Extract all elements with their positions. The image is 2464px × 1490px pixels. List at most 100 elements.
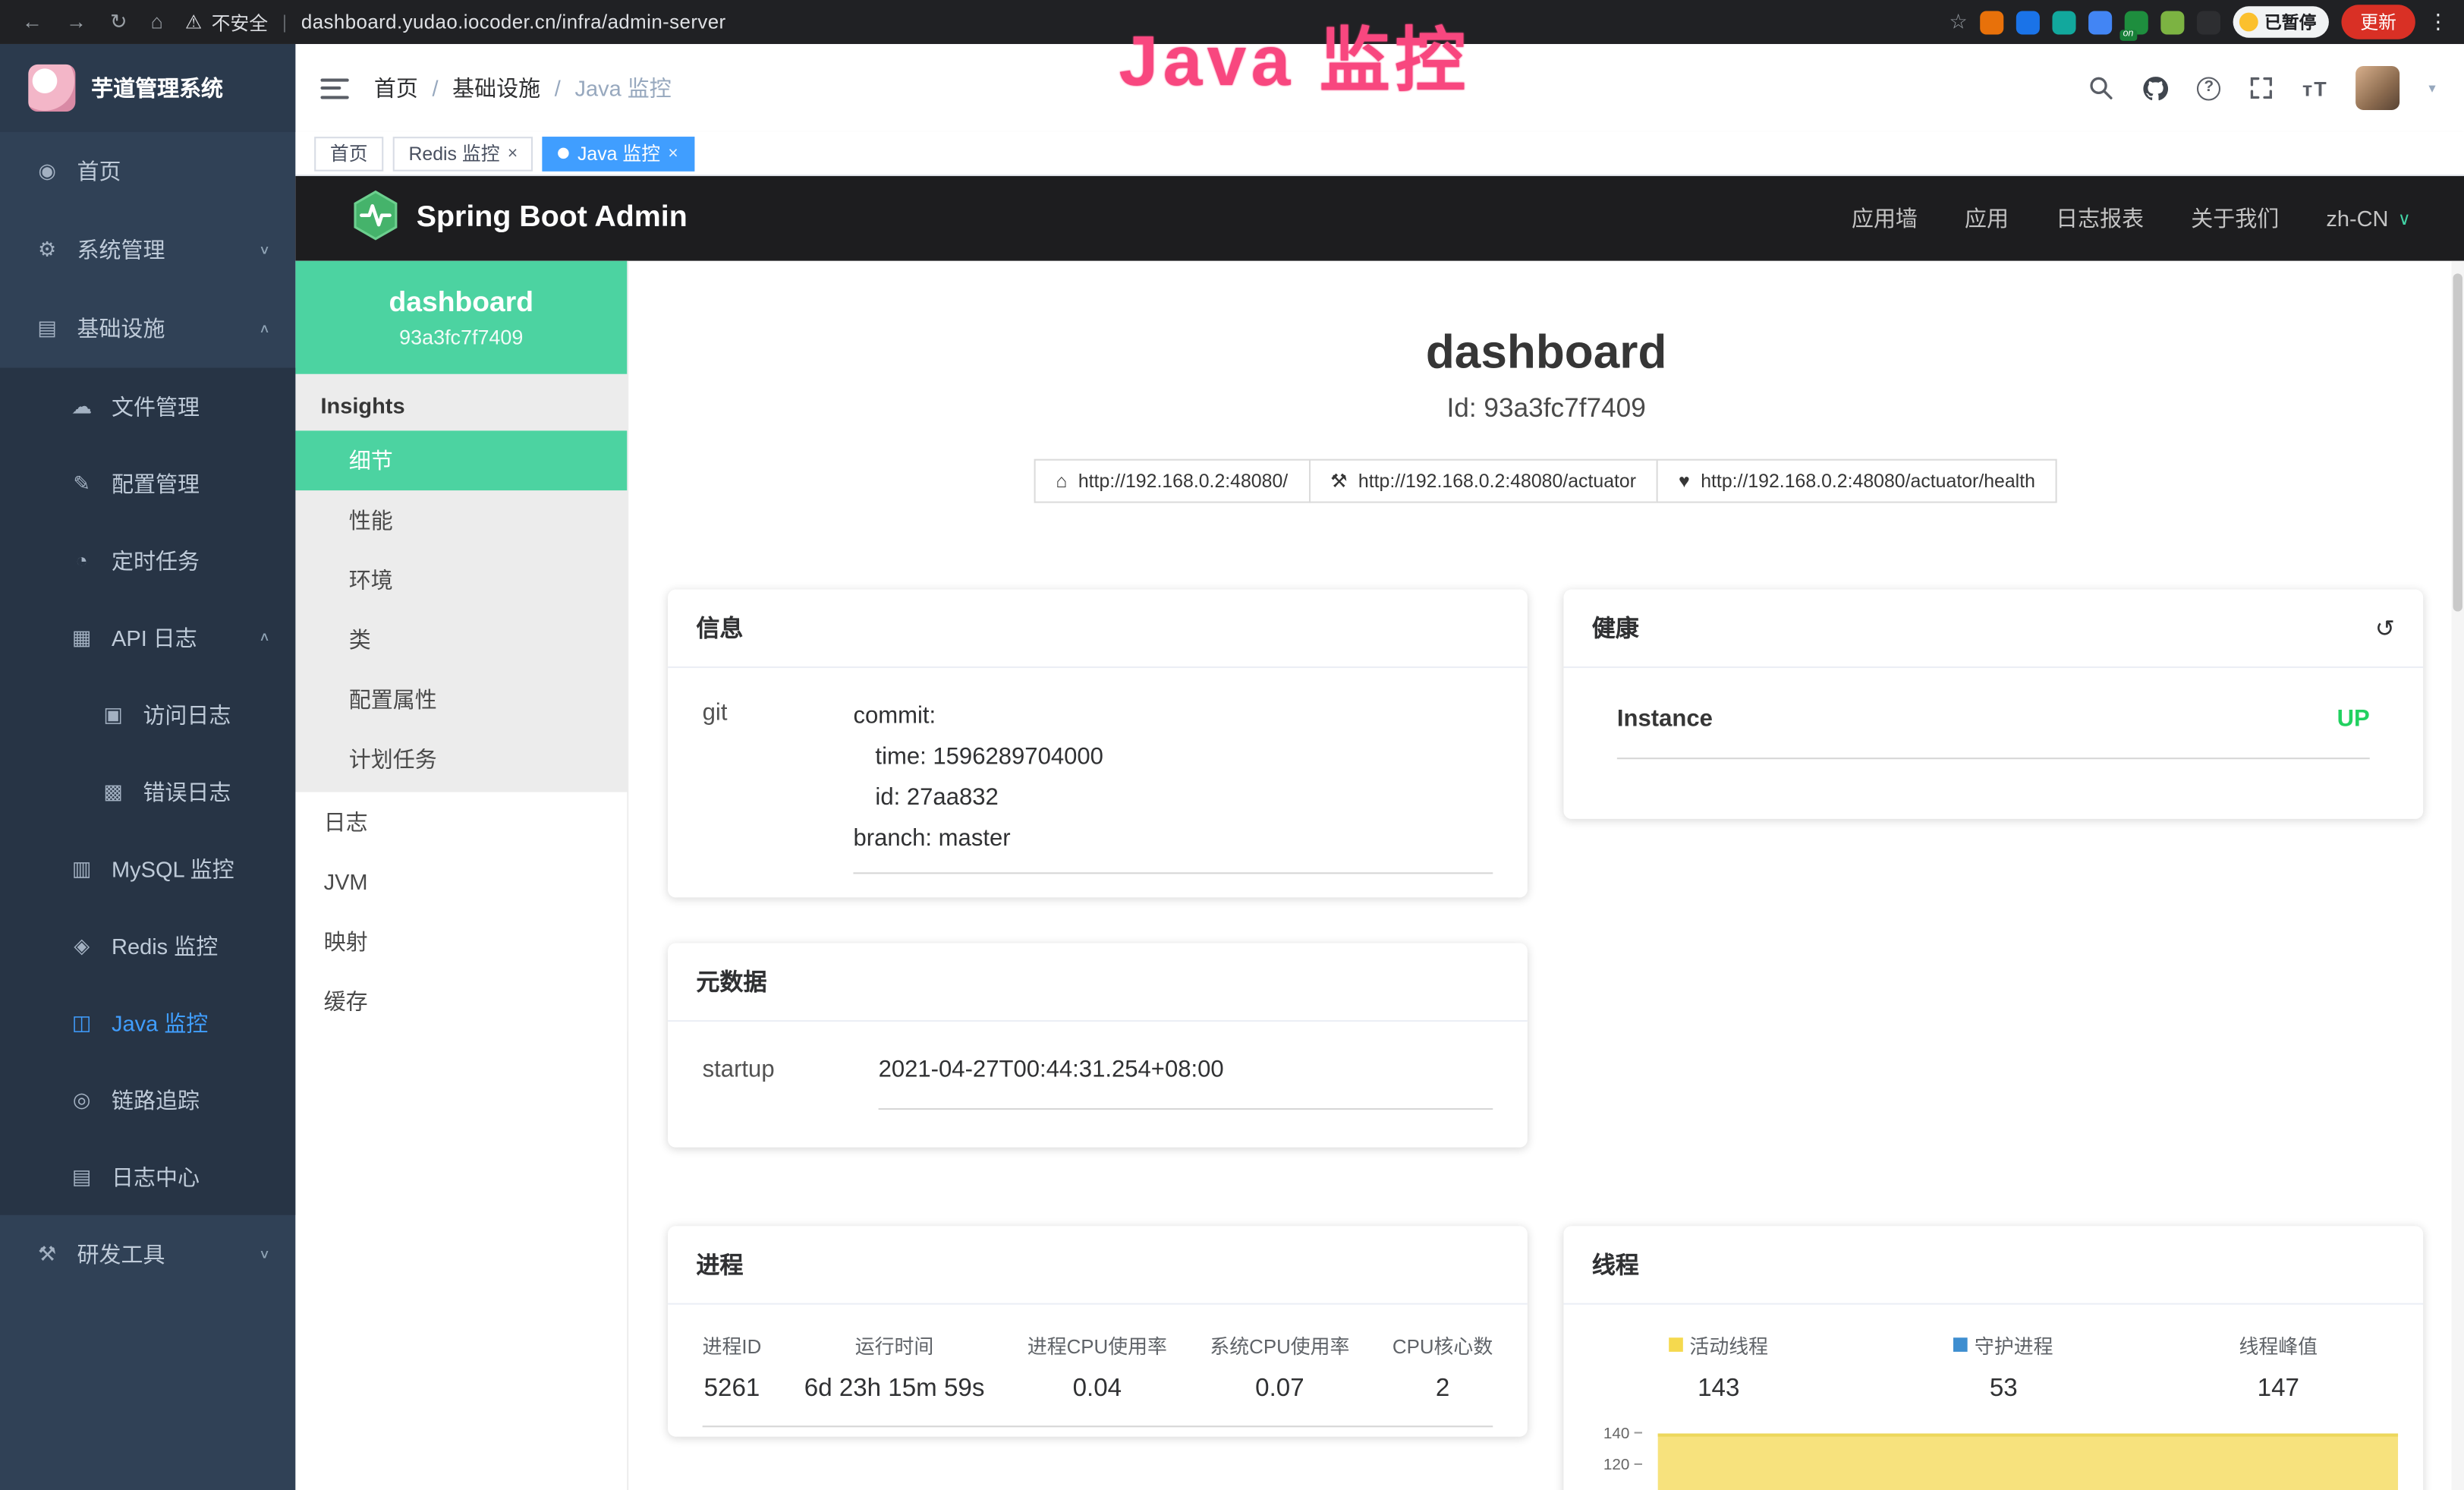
insights-group: Insights 细节 性能 环境 类 配置属性 计划任务 bbox=[295, 374, 627, 792]
sba-item-logs[interactable]: 日志 bbox=[295, 792, 627, 852]
github-icon[interactable] bbox=[2142, 74, 2169, 101]
java-icon: ◫ bbox=[66, 1010, 97, 1035]
browser-menu-icon[interactable]: ⋮ bbox=[2428, 9, 2448, 34]
forward-icon[interactable]: → bbox=[66, 9, 87, 34]
instance-link-health[interactable]: ♥ http://192.168.0.2:48080/actuator/heal… bbox=[1657, 459, 2057, 503]
extension-icon[interactable] bbox=[2088, 10, 2112, 33]
sba-item-environment[interactable]: 环境 bbox=[295, 550, 627, 610]
sidebar-item-label: 系统管理 bbox=[77, 235, 165, 266]
url-text[interactable]: dashboard.yudao.iocoder.cn/infra/admin-s… bbox=[301, 11, 726, 33]
sba-item-caches[interactable]: 缓存 bbox=[295, 972, 627, 1032]
history-icon[interactable]: ↺ bbox=[2375, 614, 2395, 642]
sba-item-jvm[interactable]: JVM bbox=[295, 852, 627, 912]
metric-value: 147 bbox=[2239, 1375, 2318, 1403]
browser-nav: ← → ↻ ⌂ bbox=[0, 9, 185, 34]
sba-item-mappings[interactable]: 映射 bbox=[295, 912, 627, 972]
font-size-icon[interactable]: тT bbox=[2302, 76, 2328, 99]
metric-label: 活动线程 bbox=[1689, 1330, 1768, 1359]
search-icon[interactable] bbox=[2088, 75, 2113, 100]
sidebar-item-log-center[interactable]: ▤ 日志中心 bbox=[0, 1138, 295, 1214]
metric-label: 系统CPU使用率 bbox=[1210, 1330, 1349, 1359]
extension-icon[interactable] bbox=[2052, 10, 2075, 33]
profile-paused-badge[interactable]: 已暂停 bbox=[2233, 6, 2329, 37]
sba-content: dashboard Id: 93a3fc7f7409 ⌂ http://192.… bbox=[628, 261, 2464, 1490]
tab-java-monitor[interactable]: Java 监控 × bbox=[543, 136, 694, 171]
sidebar-item-system[interactable]: ⚙ 系统管理 ∨ bbox=[0, 210, 295, 289]
help-icon[interactable]: ? bbox=[2197, 76, 2220, 99]
instance-header[interactable]: dashboard 93a3fc7f7409 bbox=[295, 261, 627, 374]
health-row[interactable]: Instance UP bbox=[1617, 706, 2370, 759]
page-title: dashboard bbox=[628, 327, 2464, 380]
sba-nav-wallboard[interactable]: 应用墙 bbox=[1852, 203, 1918, 234]
close-icon[interactable]: × bbox=[508, 143, 518, 162]
metadata-card-body: startup 2021-04-27T00:44:31.254+08:00 bbox=[668, 1022, 1528, 1110]
locale-select[interactable]: zh-CN ∨ bbox=[2326, 206, 2410, 231]
chevron-down-icon[interactable]: ▾ bbox=[2428, 80, 2435, 97]
bookmark-star-icon[interactable]: ☆ bbox=[1949, 9, 1968, 34]
sidebar-item-label: 首页 bbox=[77, 156, 121, 187]
security-indicator[interactable]: ⚠ 不安全 bbox=[185, 8, 268, 35]
sba-brand[interactable]: Spring Boot Admin bbox=[352, 190, 688, 248]
sba-nav-applications[interactable]: 应用 bbox=[1965, 203, 2009, 234]
sidebar-item-access-log[interactable]: ▣ 访问日志 bbox=[0, 676, 295, 752]
sidebar-item-home[interactable]: ◉ 首页 bbox=[0, 132, 295, 211]
hamburger-icon[interactable] bbox=[320, 78, 348, 99]
back-icon[interactable]: ← bbox=[22, 9, 42, 34]
metric-daemon-threads: 守护进程 53 bbox=[1954, 1330, 2053, 1403]
sidebar-item-trace[interactable]: ◎ 链路追踪 bbox=[0, 1061, 295, 1138]
extension-icon[interactable] bbox=[2197, 10, 2220, 33]
sidebar-item-infrastructure[interactable]: ▤ 基础设施 ∧ bbox=[0, 289, 295, 368]
breadcrumb-infrastructure[interactable]: 基础设施 bbox=[452, 72, 540, 103]
extension-icon[interactable]: on bbox=[2125, 10, 2148, 33]
sba-item-classes[interactable]: 类 bbox=[295, 610, 627, 669]
sidebar-item-error-log[interactable]: ▩ 错误日志 bbox=[0, 753, 295, 830]
infrastructure-icon: ▤ bbox=[31, 316, 62, 341]
sidebar-item-java[interactable]: ◫ Java 监控 bbox=[0, 984, 295, 1060]
process-card: 进程 进程ID 5261 运行时间 6d 23h 15m 59s 进程CPU使用… bbox=[668, 1226, 1528, 1436]
info-card-body: git commit: time: 1596289704000 id: 27aa… bbox=[668, 668, 1528, 897]
extension-icon[interactable] bbox=[2016, 10, 2040, 33]
instance-link-root[interactable]: ⌂ http://192.168.0.2:48080/ bbox=[1034, 459, 1310, 503]
url-separator: | bbox=[282, 11, 287, 33]
app-logo[interactable]: 芋道管理系统 bbox=[0, 44, 295, 132]
extension-badge: on bbox=[2120, 29, 2137, 39]
tab-redis-monitor[interactable]: Redis 监控 × bbox=[393, 136, 533, 171]
fullscreen-icon[interactable] bbox=[2249, 75, 2274, 100]
update-button[interactable]: 更新 bbox=[2341, 5, 2415, 39]
sidebar-item-scheduled-tasks[interactable]: ◔ 定时任务 bbox=[0, 522, 295, 599]
sba-item-scheduled[interactable]: 计划任务 bbox=[295, 729, 627, 789]
sidebar-item-label: API 日志 bbox=[112, 622, 197, 653]
sidebar-item-redis[interactable]: ◈ Redis 监控 bbox=[0, 907, 295, 984]
home-icon: ⌂ bbox=[1056, 470, 1067, 492]
instance-link-actuator[interactable]: ⚒ http://192.168.0.2:48080/actuator bbox=[1308, 459, 1658, 503]
tab-home[interactable]: 首页 bbox=[314, 136, 383, 171]
breadcrumb-home[interactable]: 首页 bbox=[374, 72, 418, 103]
threads-card: 线程 活动线程 143 守护进程 bbox=[1563, 1226, 2423, 1490]
breadcrumb-current: Java 监控 bbox=[574, 72, 671, 103]
close-icon[interactable]: × bbox=[668, 143, 678, 162]
sba-item-config-props[interactable]: 配置属性 bbox=[295, 669, 627, 729]
chart-y-axis: 140 120 100 bbox=[1585, 1425, 1642, 1490]
extension-icon[interactable] bbox=[1980, 10, 2003, 33]
sidebar-item-file[interactable]: ☁ 文件管理 bbox=[0, 368, 295, 445]
emoji-icon bbox=[2239, 13, 2258, 32]
avatar[interactable] bbox=[2356, 66, 2400, 110]
scrollbar[interactable] bbox=[2451, 261, 2464, 1490]
sidebar-item-mysql[interactable]: ▥ MySQL 监控 bbox=[0, 830, 295, 906]
browser-home-icon[interactable]: ⌂ bbox=[151, 9, 163, 34]
sidebar-item-api-log[interactable]: ▦ API 日志 ∧ bbox=[0, 599, 295, 676]
chevron-down-icon: ∨ bbox=[2398, 208, 2411, 228]
sba-nav-journal[interactable]: 日志报表 bbox=[2056, 203, 2144, 234]
sba-item-performance[interactable]: 性能 bbox=[295, 490, 627, 550]
sidebar-item-label: 基础设施 bbox=[77, 313, 165, 344]
refresh-icon[interactable]: ↻ bbox=[110, 9, 127, 34]
process-metrics: 进程ID 5261 运行时间 6d 23h 15m 59s 进程CPU使用率 0… bbox=[703, 1330, 1493, 1427]
sba-item-details[interactable]: 细节 bbox=[295, 430, 627, 490]
sidebar-item-config[interactable]: ✎ 配置管理 bbox=[0, 445, 295, 521]
extension-icon[interactable] bbox=[2160, 10, 2184, 33]
sidebar-item-dev-tools[interactable]: ⚒ 研发工具 ∨ bbox=[0, 1215, 295, 1294]
scrollbar-thumb[interactable] bbox=[2453, 273, 2462, 611]
sidebar-item-label: 配置管理 bbox=[112, 468, 200, 499]
sba-nav-about[interactable]: 关于我们 bbox=[2191, 203, 2279, 234]
sidebar-item-label: MySQL 监控 bbox=[112, 852, 234, 884]
